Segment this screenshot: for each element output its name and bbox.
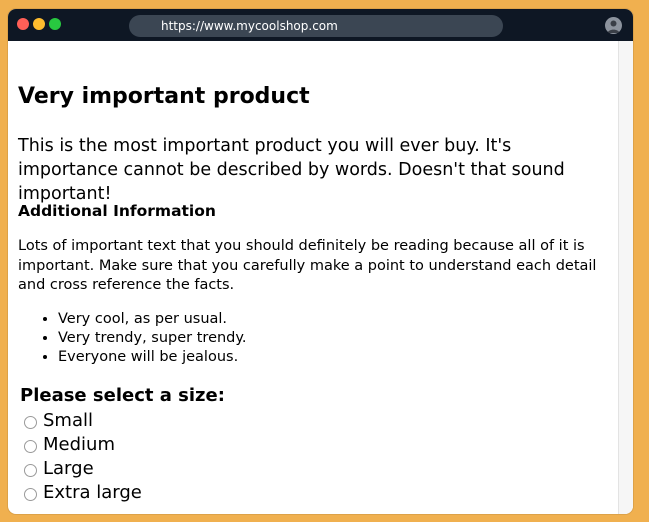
minimize-window-button[interactable] <box>33 18 45 30</box>
size-option-label[interactable]: Small <box>43 409 93 433</box>
feature-item: Very trendy, super trendy. <box>58 329 247 348</box>
browser-toolbar: https://www.mycoolshop.com <box>8 9 633 41</box>
size-medium-radio[interactable] <box>24 440 37 453</box>
feature-list: Very cool, as per usual. Very trendy, su… <box>18 310 247 367</box>
size-extra-large-radio[interactable] <box>24 488 37 501</box>
additional-info-heading: Additional Information <box>18 202 216 220</box>
close-window-button[interactable] <box>17 18 29 30</box>
user-avatar-icon[interactable] <box>605 17 622 34</box>
maximize-window-button[interactable] <box>49 18 61 30</box>
page-scrollbar[interactable] <box>618 41 633 514</box>
size-option-label[interactable]: Large <box>43 457 94 481</box>
feature-item: Everyone will be jealous. <box>58 348 247 367</box>
size-small-radio[interactable] <box>24 416 37 429</box>
product-description: This is the most important product you w… <box>18 136 565 204</box>
additional-info-text: Lots of important text that you should d… <box>18 238 597 293</box>
size-selector-title: Please select a size: <box>20 385 225 406</box>
browser-window: https://www.mycoolshop.com Very importan… <box>8 9 633 514</box>
product-title: Very important product <box>18 84 310 109</box>
address-bar[interactable]: https://www.mycoolshop.com <box>129 15 503 37</box>
size-large-radio[interactable] <box>24 464 37 477</box>
feature-item: Very cool, as per usual. <box>58 310 247 329</box>
size-option-label[interactable]: Extra large <box>43 481 142 505</box>
size-option-label[interactable]: Medium <box>43 433 115 457</box>
